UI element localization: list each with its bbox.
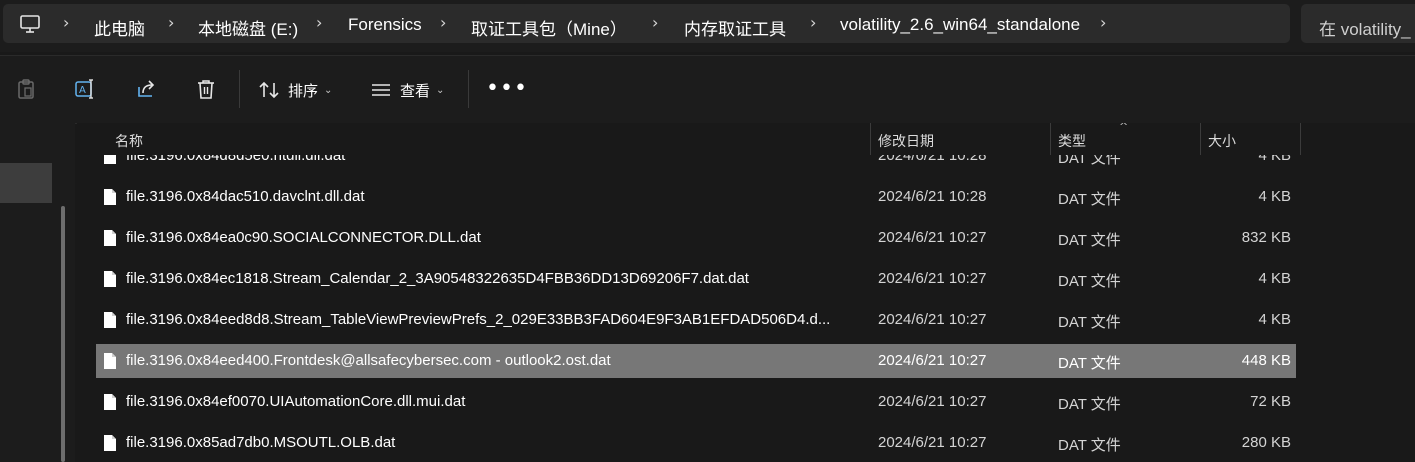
column-header-label: 类型 [1058,133,1086,149]
file-date: 2024/6/21 10:27 [878,434,987,451]
file-name: file.3196.0x84eed400.Frontdesk@allsafecy… [126,352,611,369]
file-icon [104,394,116,410]
breadcrumb-item[interactable]: volatility_2.6_win64_standalone [840,15,1080,35]
file-name: file.3196.0x84ea0c90.SOCIALCONNECTOR.DLL… [126,229,481,246]
column-header-label: 大小 [1208,133,1236,149]
rename-icon: A [75,79,93,99]
share-icon [138,80,155,97]
computer-icon[interactable] [19,14,41,34]
column-divider[interactable] [870,123,871,155]
breadcrumb-item[interactable]: Forensics [348,15,422,35]
file-size: 4 KB [1258,270,1291,287]
breadcrumb-item[interactable]: 此电脑 [94,15,145,40]
breadcrumb[interactable]: › 此电脑 › 本地磁盘 (E:) › Forensics › 取证工具包（Mi… [3,4,1290,43]
file-size: 832 KB [1241,229,1291,246]
file-row-selected[interactable]: file.3196.0x84eed400.Frontdesk@allsafecy… [96,344,1296,378]
file-name: file.3196.0x85ad7db0.MSOUTL.OLB.dat [126,434,396,451]
share-button[interactable] [131,74,161,104]
file-name: file.3196.0x84ef0070.UIAutomationCore.dl… [126,393,466,410]
chevron-right-icon[interactable]: › [1100,13,1106,32]
toolbar-divider [468,70,469,108]
file-row[interactable]: file.3196.0x84eed8d8.Stream_TableViewPre… [96,303,1296,337]
view-label: 查看 [400,82,431,100]
file-date: 2024/6/21 10:27 [878,270,987,287]
sort-ascending-icon: ^ [1119,123,1129,133]
file-size: 448 KB [1241,352,1291,369]
file-size: 72 KB [1250,393,1291,410]
search-placeholder[interactable]: 在 volatility_ [1319,15,1411,40]
column-divider[interactable] [1300,123,1301,155]
chevron-right-icon[interactable]: › [440,13,446,32]
search-box[interactable]: 在 volatility_ [1301,4,1415,43]
file-type: DAT 文件 [1058,232,1121,249]
file-icon [104,271,116,287]
file-list[interactable]: file.3196.0x84d8d5e0.ntdll.dll.dat 2024/6… [77,123,1415,462]
file-date: 2024/6/21 10:27 [878,311,987,328]
column-header-label: 名称 [115,133,143,149]
file-icon [104,353,116,369]
file-type: DAT 文件 [1058,191,1121,208]
nav-scrollbar[interactable] [61,206,65,462]
column-header-size[interactable]: 大小 [1208,123,1298,155]
address-bar: › 此电脑 › 本地磁盘 (E:) › Forensics › 取证工具包（Mi… [0,0,1415,52]
chevron-right-icon[interactable]: › [652,13,658,32]
breadcrumb-item[interactable]: 本地磁盘 (E:) [198,15,298,40]
column-header-name[interactable]: 名称 [115,123,870,155]
clipboard-icon [18,79,34,99]
file-date: 2024/6/21 10:27 [878,229,987,246]
sort-label: 排序 [288,82,319,100]
navigation-pane[interactable] [0,123,75,462]
file-name: file.3196.0x84eed8d8.Stream_TableViewPre… [126,311,831,328]
column-header-label: 修改日期 [878,133,934,149]
file-type: DAT 文件 [1058,355,1121,372]
chevron-right-icon[interactable]: › [63,13,69,32]
breadcrumb-item[interactable]: 内存取证工具 [684,15,786,40]
file-type: DAT 文件 [1058,314,1121,331]
file-date: 2024/6/21 10:28 [878,188,987,205]
trash-icon [198,80,214,99]
file-name: file.3196.0x84ec1818.Stream_Calendar_2_3… [126,270,749,287]
delete-button[interactable] [191,74,221,104]
file-size: 280 KB [1241,434,1291,451]
sort-icon [259,81,279,99]
nav-selected-item[interactable] [0,163,52,203]
chevron-down-icon: ⌄ [324,84,333,96]
svg-text:A: A [79,85,86,96]
file-icon [104,312,116,328]
file-row[interactable]: file.3196.0x84ef0070.UIAutomationCore.dl… [96,385,1296,419]
file-row[interactable]: file.3196.0x85ad7db0.MSOUTL.OLB.dat 2024/… [96,426,1296,460]
view-button[interactable]: 查看 ⌄ [370,76,444,104]
file-row[interactable]: file.3196.0x84ec1818.Stream_Calendar_2_3… [96,262,1296,296]
chevron-right-icon[interactable]: › [810,13,816,32]
file-size: 4 KB [1258,311,1291,328]
column-header-date[interactable]: 修改日期 [878,123,1048,155]
file-row[interactable]: file.3196.0x84dac510.davclnt.dll.dat 2024… [96,180,1296,214]
file-date: 2024/6/21 10:27 [878,393,987,410]
breadcrumb-item[interactable]: 取证工具包（Mine） [471,15,627,40]
toolbar-divider [239,70,240,108]
file-icon [104,230,116,246]
view-list-icon [372,84,390,96]
file-type: DAT 文件 [1058,273,1121,290]
sort-button[interactable]: 排序 ⌄ [258,76,332,104]
file-name: file.3196.0x84dac510.davclnt.dll.dat [126,188,365,205]
file-icon [104,189,116,205]
chevron-right-icon[interactable]: › [316,13,322,32]
file-date: 2024/6/21 10:27 [878,352,987,369]
rename-button[interactable]: A [70,74,100,104]
chevron-down-icon: ⌄ [436,84,445,96]
paste-button[interactable] [11,74,41,104]
column-divider[interactable] [1200,123,1201,155]
file-type: DAT 文件 [1058,396,1121,413]
column-divider[interactable] [1050,123,1051,155]
file-icon [104,435,116,451]
command-bar: A 排序 ⌄ 查看 ⌄ ••• [0,55,1415,124]
file-size: 4 KB [1258,188,1291,205]
file-type: DAT 文件 [1058,437,1121,454]
chevron-right-icon[interactable]: › [168,13,174,32]
more-options-button[interactable]: ••• [486,78,528,100]
file-row[interactable]: file.3196.0x84ea0c90.SOCIALCONNECTOR.DLL… [96,221,1296,255]
